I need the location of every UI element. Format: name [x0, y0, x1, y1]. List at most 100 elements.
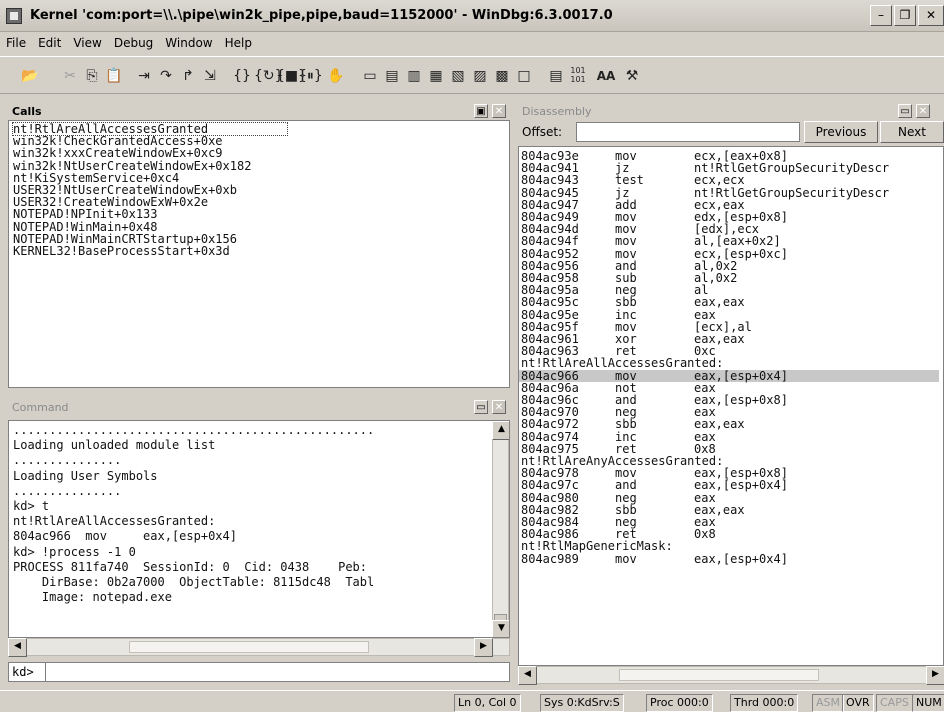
- disassembly-window-icon[interactable]: ▩: [492, 66, 512, 86]
- scroll-right-icon[interactable]: ▶: [474, 638, 493, 657]
- break-icon[interactable]: {⏸}: [298, 66, 323, 86]
- instruction-operands: al,[eax+0x2]: [694, 234, 781, 249]
- step-over-icon[interactable]: ↷: [156, 66, 176, 86]
- command-output-line: kd> !process -1 0: [13, 544, 136, 559]
- menu-debug[interactable]: Debug: [108, 34, 159, 50]
- close-button[interactable]: ✕: [918, 5, 944, 26]
- instruction-address: 804ac95c: [521, 295, 579, 310]
- disassembly-row[interactable]: 804ac94f mov al,[eax+0x2]: [519, 235, 939, 247]
- command-hscroll-thumb[interactable]: [129, 641, 369, 653]
- maximize-button[interactable]: ❐: [894, 5, 916, 26]
- symbol-label-text: nt!RtlAreAllAccessesGranted:: [521, 356, 724, 371]
- disassembly-symbol-label[interactable]: nt!RtlMapGenericMask:: [519, 540, 939, 552]
- status-caps: CAPS: [876, 694, 913, 712]
- source-mode-icon[interactable]: ▤: [546, 66, 566, 86]
- offset-input[interactable]: [576, 122, 800, 142]
- binary-mode-icon[interactable]: 101 101: [568, 66, 588, 86]
- disassembly-row[interactable]: 804ac943 test ecx,ecx: [519, 174, 939, 186]
- disassembly-dock-icon[interactable]: ▭: [898, 104, 912, 118]
- call-stack-window-icon[interactable]: ▨: [470, 66, 490, 86]
- step-into-icon[interactable]: ⇥: [134, 66, 154, 86]
- minimize-button[interactable]: –: [870, 5, 892, 26]
- command-input[interactable]: [45, 663, 507, 681]
- menu-help[interactable]: Help: [219, 34, 258, 50]
- instruction-operands: eax: [694, 429, 716, 444]
- calls-close-icon[interactable]: ✕: [492, 104, 506, 118]
- open-source-file-icon[interactable]: 📂: [20, 66, 40, 86]
- windbg-app-icon[interactable]: [6, 8, 22, 24]
- run-to-cursor-icon[interactable]: ⇲: [200, 66, 220, 86]
- disassembly-close-icon[interactable]: ✕: [916, 104, 930, 118]
- paste-icon[interactable]: 📋: [104, 66, 124, 86]
- disassembly-row[interactable]: 804ac972 sbb eax,eax: [519, 418, 939, 430]
- registers-window-icon[interactable]: ▦: [426, 66, 446, 86]
- disassembly-row[interactable]: 804ac974 inc eax: [519, 429, 939, 444]
- cut-icon[interactable]: ✂: [60, 66, 80, 86]
- call-frame[interactable]: win32k!NtUserCreateWindowEx+0x182: [13, 159, 509, 171]
- disassembly-row[interactable]: 804ac945 jz nt!RtlGetGroupSecurityDescr: [519, 185, 939, 200]
- menu-edit[interactable]: Edit: [32, 34, 67, 50]
- go-icon[interactable]: {}: [232, 66, 252, 86]
- disassembly-pane-title: Disassembly: [522, 105, 592, 118]
- scroll-right-icon[interactable]: ▶: [926, 666, 944, 685]
- step-out-icon[interactable]: ↱: [178, 66, 198, 86]
- command-horizontal-scrollbar[interactable]: ◀ ▶: [8, 638, 510, 657]
- disassembly-row-current[interactable]: 804ac966 mov eax,[esp+0x4]: [519, 369, 939, 382]
- scratch-pad-icon[interactable]: □: [514, 66, 534, 86]
- command-vertical-scrollbar[interactable]: ▲ ▼: [492, 421, 509, 637]
- scroll-up-icon[interactable]: ▲: [492, 421, 509, 440]
- status-ln-col: Ln 0, Col 0: [454, 694, 521, 712]
- disassembly-row[interactable]: 804ac958 sub al,0x2: [519, 272, 939, 284]
- disassembly-row[interactable]: 804ac95c sbb eax,eax: [519, 296, 939, 308]
- memory-window-icon[interactable]: ▧: [448, 66, 468, 86]
- disassembly-row[interactable]: 804ac984 neg eax: [519, 516, 939, 528]
- command-output-line: ........................................…: [13, 423, 375, 437]
- instruction-address: 804ac97c: [521, 478, 579, 493]
- instruction-opcode: test: [615, 173, 644, 188]
- disassembly-row[interactable]: 804ac952 mov ecx,[esp+0xc]: [519, 246, 939, 261]
- call-frame[interactable]: NOTEPAD!NPInit+0x133: [13, 208, 509, 220]
- disassembly-row[interactable]: 804ac989 mov eax,[esp+0x4]: [519, 551, 939, 566]
- locals-window-icon[interactable]: ▥: [404, 66, 424, 86]
- disassembly-horizontal-scrollbar[interactable]: ◀ ▶: [518, 666, 944, 685]
- next-button[interactable]: Next: [880, 121, 944, 143]
- disassembly-row[interactable]: 804ac95e inc eax: [519, 307, 939, 322]
- scroll-left-icon[interactable]: ◀: [8, 638, 27, 657]
- disassembly-row[interactable]: 804ac96c and eax,[esp+0x8]: [519, 394, 939, 406]
- menu-view[interactable]: View: [67, 34, 107, 50]
- previous-button[interactable]: Previous: [804, 121, 878, 143]
- instruction-address: 804ac952: [521, 246, 579, 261]
- instruction-opcode: inc: [615, 307, 637, 322]
- command-output[interactable]: ........................................…: [8, 420, 510, 638]
- calls-list[interactable]: nt!RtlAreAllAccessesGranted win32k!CheckG…: [8, 120, 510, 388]
- command-dock-icon[interactable]: ▭: [474, 400, 488, 414]
- watch-window-icon[interactable]: ▤: [382, 66, 402, 86]
- call-frame[interactable]: KERNEL32!BaseProcessStart+0x3d: [13, 245, 509, 257]
- calls-dock-icon[interactable]: ▣: [474, 104, 488, 118]
- call-frame[interactable]: win32k!xxxCreateWindowEx+0xc9: [13, 147, 509, 159]
- disassembly-listing[interactable]: 804ac93e mov ecx,[eax+0x8] 804ac941 jz nt!Rtl…: [518, 146, 944, 666]
- disassembly-row[interactable]: 804ac980 neg eax: [519, 491, 939, 503]
- copy-icon[interactable]: ⎘: [82, 66, 102, 86]
- disassembly-hscroll-thumb[interactable]: [619, 669, 819, 681]
- options-icon[interactable]: ⚒: [622, 66, 642, 86]
- disassembly-row[interactable]: 804ac961 xor eax,eax: [519, 333, 939, 345]
- calls-frame-list: nt!RtlAreAllAccessesGranted win32k!CheckG…: [9, 121, 509, 257]
- scroll-down-icon[interactable]: ▼: [492, 620, 509, 637]
- instruction-address: 804ac945: [521, 185, 579, 200]
- scroll-left-icon[interactable]: ◀: [518, 666, 537, 685]
- disassembly-row[interactable]: 804ac982 sbb eax,eax: [519, 504, 939, 516]
- hand-source-mode-icon[interactable]: ✋: [326, 66, 346, 86]
- instruction-opcode: mov: [615, 551, 637, 566]
- call-frame[interactable]: NOTEPAD!WinMain+0x48: [13, 220, 509, 232]
- disassembly-symbol-label[interactable]: nt!RtlAreAllAccessesGranted:: [519, 357, 939, 369]
- instruction-opcode: and: [615, 478, 637, 493]
- menu-window[interactable]: Window: [159, 34, 218, 50]
- command-window-icon[interactable]: ▭: [360, 66, 380, 86]
- font-icon[interactable]: AA: [596, 66, 616, 86]
- disassembly-row[interactable]: 804ac97c and eax,[esp+0x4]: [519, 479, 939, 491]
- stop-debugging-icon[interactable]: {■}: [276, 66, 307, 86]
- restart-icon[interactable]: {↻}: [254, 66, 284, 86]
- menu-file[interactable]: File: [0, 34, 32, 50]
- command-close-icon[interactable]: ✕: [492, 400, 506, 414]
